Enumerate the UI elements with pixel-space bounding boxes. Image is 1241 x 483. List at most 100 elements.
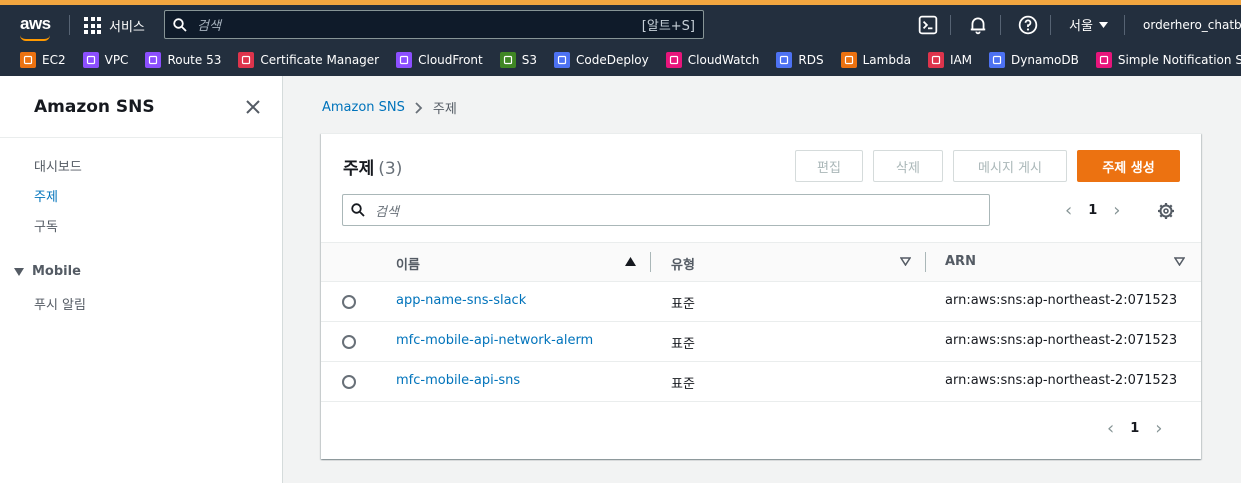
- favorite-label: IAM: [949, 53, 973, 67]
- topic-name-link[interactable]: mfc-mobile-api-network-alerm: [396, 333, 593, 348]
- favorite-lambda[interactable]: Lambda: [840, 52, 911, 68]
- favorite-s3[interactable]: S3: [499, 52, 537, 68]
- favorite-cloudwatch[interactable]: CloudWatch: [665, 52, 760, 68]
- table-row[interactable]: app-name-sns-slack 표준 arn:aws:sns:ap-nor…: [321, 282, 1201, 322]
- delete-button[interactable]: 삭제: [873, 150, 943, 182]
- topic-arn: arn:aws:sns:ap-northeast-2:071523: [945, 333, 1178, 348]
- account-name: orderhero_chatbo: [1143, 17, 1241, 32]
- row-radio[interactable]: [342, 295, 356, 309]
- topics-title: 주제: [343, 159, 375, 179]
- chevron-left-icon[interactable]: ‹: [1065, 200, 1072, 221]
- favorite-dynamodb[interactable]: DynamoDB: [989, 52, 1079, 68]
- chevron-right-icon[interactable]: ›: [1113, 200, 1120, 221]
- cloudwatch-icon: [665, 52, 682, 68]
- account-menu[interactable]: orderhero_chatbo: [1143, 5, 1241, 44]
- favorite-label: CloudWatch: [687, 53, 760, 67]
- sidebar-item-dashboard[interactable]: 대시보드: [34, 158, 82, 188]
- favorite-label: Lambda: [862, 53, 911, 67]
- caret-down-icon: [14, 267, 24, 276]
- close-icon[interactable]: [244, 98, 262, 116]
- certificate-manager-icon: [238, 52, 255, 68]
- column-divider[interactable]: [925, 252, 926, 272]
- favorite-label: Certificate Manager: [260, 53, 380, 67]
- help-button[interactable]: [1018, 5, 1038, 44]
- favorite-cloudfront[interactable]: CloudFront: [396, 52, 483, 68]
- favorite-certificate-manager[interactable]: Certificate Manager: [238, 52, 379, 68]
- notifications-button[interactable]: [968, 5, 988, 44]
- region-selector[interactable]: 서울: [1069, 5, 1108, 44]
- chevron-right-icon: [415, 101, 423, 114]
- iam-icon: [927, 52, 944, 68]
- edit-button[interactable]: 편집: [795, 150, 863, 182]
- favorite-label: DynamoDB: [1011, 53, 1079, 67]
- topics-search-input[interactable]: 검색: [342, 194, 990, 226]
- favorite-vpc[interactable]: VPC: [82, 52, 129, 68]
- topics-count: (3): [378, 159, 403, 179]
- sidebar: Amazon SNS 대시보드 주제 구독 Mobile 푸시 알림: [0, 76, 283, 483]
- topic-arn: arn:aws:sns:ap-northeast-2:071523: [945, 373, 1178, 388]
- chevron-right-icon[interactable]: ›: [1155, 418, 1162, 439]
- nav-divider: [1124, 15, 1125, 35]
- cloudshell-icon: [918, 15, 938, 34]
- lambda-icon: [840, 52, 857, 68]
- favorite-label: VPC: [104, 53, 129, 67]
- sort-icon[interactable]: [1174, 257, 1185, 266]
- column-header-arn[interactable]: ARN: [945, 254, 976, 269]
- favorite-codedeploy[interactable]: CodeDeploy: [554, 52, 649, 68]
- favorite-rds[interactable]: RDS: [776, 52, 824, 68]
- region-label: 서울: [1069, 19, 1093, 34]
- table-row[interactable]: mfc-mobile-api-sns 표준 arn:aws:sns:ap-nor…: [321, 362, 1201, 402]
- help-icon: [1018, 15, 1038, 34]
- favorite-route53[interactable]: Route 53: [145, 52, 221, 68]
- dynamodb-icon: [989, 52, 1006, 68]
- topic-name-link[interactable]: mfc-mobile-api-sns: [396, 373, 520, 388]
- create-topic-button[interactable]: 주제 생성: [1077, 150, 1180, 182]
- table-row[interactable]: mfc-mobile-api-network-alerm 표준 arn:aws:…: [321, 322, 1201, 362]
- sidebar-item-push-notifications[interactable]: 푸시 알림: [34, 294, 86, 313]
- cloudshell-button[interactable]: [918, 5, 938, 44]
- favorite-label: Simple Notification Service: [1117, 53, 1241, 67]
- favorite-sns[interactable]: Simple Notification Service: [1095, 52, 1241, 68]
- breadcrumb-root[interactable]: Amazon SNS: [322, 100, 405, 115]
- column-divider[interactable]: [650, 252, 651, 272]
- nav-divider: [1050, 15, 1051, 35]
- column-header-type[interactable]: 유형: [671, 254, 695, 273]
- sort-ascending-icon[interactable]: [625, 257, 636, 266]
- favorite-label: EC2: [42, 53, 66, 67]
- favorite-ec2[interactable]: EC2: [20, 52, 66, 68]
- column-header-name[interactable]: 이름: [396, 254, 420, 273]
- row-radio[interactable]: [342, 335, 356, 349]
- global-search-input[interactable]: 검색 [알트+S]: [164, 10, 704, 39]
- search-placeholder: 검색: [375, 204, 399, 220]
- aws-logo[interactable]: aws: [20, 14, 51, 34]
- page-scrollbar[interactable]: [1234, 76, 1241, 483]
- search-placeholder: 검색: [197, 19, 221, 34]
- nav-divider: [69, 15, 70, 35]
- favorite-iam[interactable]: IAM: [927, 52, 973, 68]
- sidebar-item-subscriptions[interactable]: 구독: [34, 218, 82, 248]
- chevron-left-icon[interactable]: ‹: [1107, 418, 1114, 439]
- pagination-top: ‹ 1 ›: [1065, 200, 1120, 221]
- breadcrumb: Amazon SNS 주제: [322, 98, 457, 117]
- row-radio[interactable]: [342, 375, 356, 389]
- publish-message-button[interactable]: 메시지 게시: [953, 150, 1067, 182]
- top-navigation: aws 서비스 검색 [알트+S] 서울 orderhero_chatbo: [0, 0, 1241, 44]
- page-number[interactable]: 1: [1088, 203, 1097, 218]
- topic-name-link[interactable]: app-name-sns-slack: [396, 293, 526, 308]
- topic-type: 표준: [671, 297, 695, 312]
- services-menu-button[interactable]: 서비스: [84, 16, 145, 35]
- sns-icon: [1095, 52, 1112, 68]
- page-number[interactable]: 1: [1130, 421, 1139, 436]
- gear-icon[interactable]: [1157, 202, 1175, 220]
- sidebar-title[interactable]: Amazon SNS: [34, 97, 155, 117]
- sidebar-section-mobile[interactable]: Mobile: [14, 264, 81, 279]
- breadcrumb-current: 주제: [432, 102, 457, 117]
- topic-arn: arn:aws:sns:ap-northeast-2:071523: [945, 293, 1178, 308]
- panel-title: 주제 (3): [343, 154, 402, 179]
- sidebar-item-topics[interactable]: 주제: [34, 188, 82, 218]
- sort-icon[interactable]: [900, 257, 911, 266]
- rds-icon: [776, 52, 793, 68]
- topic-type: 표준: [671, 337, 695, 352]
- sidebar-section-label: Mobile: [32, 264, 81, 279]
- route53-icon: [145, 52, 162, 68]
